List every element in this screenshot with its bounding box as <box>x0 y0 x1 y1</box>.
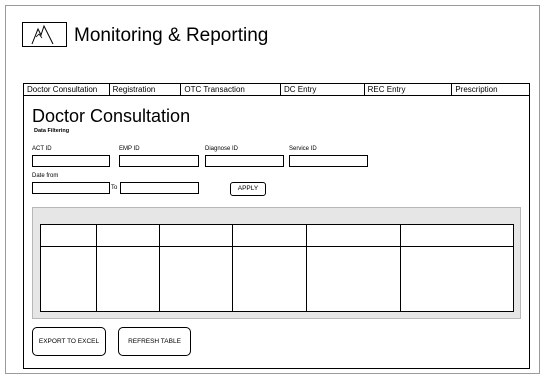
column-header <box>306 224 401 247</box>
table-cell <box>400 246 514 312</box>
results-table-area <box>32 207 521 319</box>
apply-button[interactable]: APPLY <box>230 182 266 196</box>
tab-doctor-consultation[interactable]: Doctor Consultation <box>24 84 110 95</box>
to-label: To <box>111 185 118 191</box>
doctor-consultation-panel: Doctor Consultation Data Filtering ACT I… <box>23 95 530 369</box>
refresh-table-button[interactable]: REFRESH TABLE <box>118 327 191 356</box>
page-title: Doctor Consultation <box>32 106 191 126</box>
tab-otc-transaction[interactable]: OTC Transaction <box>181 84 281 95</box>
emp-id-label: EMP ID <box>119 146 140 152</box>
section-title: Data Filtering <box>34 128 70 134</box>
table-cell <box>96 246 160 312</box>
column-header <box>400 224 514 247</box>
table-header-row <box>40 224 514 247</box>
tab-prescription[interactable]: Prescription <box>452 84 529 95</box>
date-to-input[interactable] <box>120 182 199 194</box>
diagnose-id-label: Diagnose ID <box>205 146 239 152</box>
app-title: Monitoring & Reporting <box>74 25 269 46</box>
table-cell <box>232 246 307 312</box>
act-id-input[interactable] <box>32 155 110 167</box>
table-cell <box>306 246 401 312</box>
results-table <box>40 224 514 312</box>
mountain-logo-icon <box>22 22 67 47</box>
table-cell <box>159 246 233 312</box>
act-id-label: ACT ID <box>32 146 52 152</box>
tab-registration[interactable]: Registration <box>110 84 182 95</box>
column-header <box>232 224 307 247</box>
diagnose-id-input[interactable] <box>205 155 284 167</box>
tab-rec-entry[interactable]: REC Entry <box>365 84 453 95</box>
service-id-label: Service ID <box>289 146 317 152</box>
date-from-input[interactable] <box>32 182 110 194</box>
column-header <box>40 224 97 247</box>
emp-id-input[interactable] <box>119 155 199 167</box>
tab-dc-entry[interactable]: DC Entry <box>281 84 365 95</box>
table-cell <box>40 246 97 312</box>
column-header <box>159 224 233 247</box>
column-header <box>96 224 160 247</box>
date-from-label: Date from <box>32 173 59 179</box>
service-id-input[interactable] <box>289 155 368 167</box>
table-row <box>40 246 514 312</box>
export-to-excel-button[interactable]: EXPORT TO EXCEL <box>32 327 106 356</box>
